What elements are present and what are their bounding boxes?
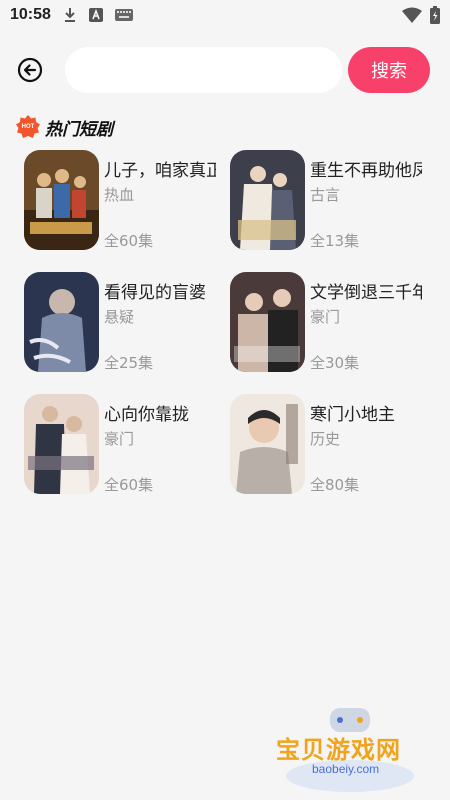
download-icon <box>64 8 75 22</box>
drama-cover[interactable] <box>24 272 99 372</box>
wifi-icon <box>402 7 422 23</box>
back-arrow-icon <box>17 57 43 83</box>
section-header: HOT 热门短剧 <box>16 114 113 140</box>
status-time: 10:58 <box>10 6 51 23</box>
cover-image <box>24 394 99 494</box>
cover-image <box>230 150 305 250</box>
search-input[interactable] <box>65 47 342 93</box>
drama-card[interactable]: 寒门小地主 历史 全80集 <box>230 394 435 494</box>
hot-badge-label: HOT <box>21 124 35 130</box>
drama-genre: 豪门 <box>310 308 341 326</box>
cover-image <box>230 272 305 372</box>
drama-card[interactable]: 心向你靠拢 豪门 全60集 <box>24 394 229 494</box>
drama-cover[interactable] <box>24 150 99 250</box>
section-title: 热门短剧 <box>45 119 113 140</box>
drama-cover[interactable] <box>230 150 305 250</box>
drama-episodes: 全13集 <box>310 232 360 250</box>
drama-genre: 热血 <box>104 186 135 204</box>
cover-image <box>24 272 99 372</box>
drama-genre: 悬疑 <box>104 308 135 326</box>
drama-genre: 历史 <box>310 430 341 448</box>
battery-icon <box>430 6 440 24</box>
status-bar: 10:58 <box>0 0 450 30</box>
drama-episodes: 全60集 <box>104 232 154 250</box>
drama-cover[interactable] <box>230 272 305 372</box>
notification-icons <box>63 7 133 23</box>
drama-card[interactable]: 文学倒退三千年 豪门 全30集 <box>230 272 435 372</box>
drama-title: 文学倒退三千年 <box>310 283 422 303</box>
drama-cover[interactable] <box>24 394 99 494</box>
status-right <box>402 6 440 24</box>
drama-episodes: 全80集 <box>310 476 360 494</box>
drama-title: 寒门小地主 <box>310 405 395 425</box>
search-button[interactable]: 搜索 <box>348 47 430 93</box>
watermark-url: baobeiy.com <box>312 762 380 776</box>
drama-episodes: 全30集 <box>310 354 360 372</box>
drama-title: 重生不再助他凤 <box>310 161 422 181</box>
drama-cover[interactable] <box>230 394 305 494</box>
status-left: 10:58 <box>10 6 133 24</box>
hot-badge: HOT <box>16 115 40 139</box>
search-bar: 搜索 <box>0 46 450 94</box>
drama-card[interactable]: 重生不再助他凤 古言 全13集 <box>230 150 435 250</box>
cover-image <box>24 150 99 250</box>
drama-episodes: 全25集 <box>104 354 154 372</box>
drama-card[interactable]: 看得见的盲婆 悬疑 全25集 <box>24 272 229 372</box>
back-button[interactable] <box>16 56 44 84</box>
cover-image <box>230 394 305 494</box>
a-icon <box>88 8 103 22</box>
drama-card[interactable]: 儿子，咱家真正 热血 全60集 <box>24 150 229 250</box>
drama-episodes: 全60集 <box>104 476 154 494</box>
keyboard-icon <box>114 9 133 21</box>
watermark-title: 宝贝游戏网 <box>276 736 401 764</box>
drama-genre: 豪门 <box>104 430 135 448</box>
watermark-logo: 宝贝游戏网 baobeiy.com <box>270 706 430 796</box>
drama-title: 儿子，咱家真正 <box>104 161 216 181</box>
drama-title: 看得见的盲婆 <box>104 283 206 303</box>
drama-title: 心向你靠拢 <box>104 405 189 425</box>
drama-genre: 古言 <box>310 186 341 204</box>
